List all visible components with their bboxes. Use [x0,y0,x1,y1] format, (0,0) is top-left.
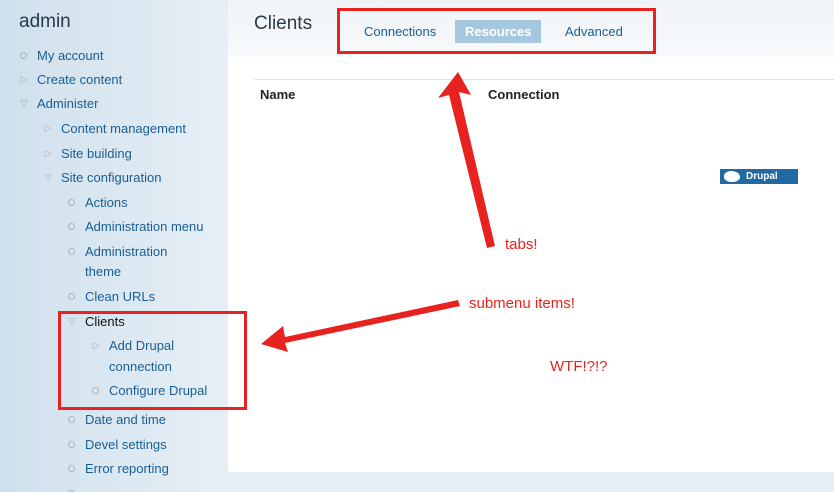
expanded-triangle-icon: ▽ [20,98,28,108]
menu-item-label: Site building [61,146,132,161]
leaf-bullet-icon [20,52,27,59]
column-header-connection[interactable]: Connection [488,87,560,102]
leaf-bullet-icon [68,199,75,206]
tabs-highlight-box [337,8,656,54]
menu-item-label-line2: theme [85,264,122,279]
submenu-highlight-box [58,311,247,410]
menu-item-label: Actions [85,195,128,210]
leaf-bullet-icon [68,248,75,255]
menu-item-label: Error reporting [85,461,169,476]
menu-item-label: Site configuration [61,170,162,185]
table-divider [254,79,834,80]
drupal-drop-icon [724,171,740,182]
menu-item-label: Administration [85,244,168,259]
collapsed-triangle-icon: ▷ [44,148,52,158]
annotation-submenu: submenu items! [469,295,575,312]
menu-item-label: Clean URLs [85,289,156,304]
column-header-name[interactable]: Name [260,87,295,102]
menu-item-label: Content management [61,121,187,136]
leaf-bullet-icon [68,293,75,300]
sidebar-title: admin [19,11,71,32]
menu-item-label: Administer [37,96,99,111]
leaf-bullet-icon [68,223,75,230]
badge-label: Drupal [746,171,778,182]
collapsed-triangle-icon: ▷ [44,123,52,133]
leaf-bullet-icon [68,465,75,472]
page-title: Clients [254,13,313,34]
sidebar: admin My account ▷ Create content ▽ Admi… [0,0,228,492]
menu-item-label: Create content [37,72,123,87]
annotation-wtf: WTF!?!? [550,358,608,375]
expanded-triangle-icon: ▽ [44,172,52,182]
collapsed-triangle-icon: ▷ [20,74,28,84]
drupal-powered-badge[interactable]: Drupal [720,169,798,184]
menu-item-label: Date and time [85,412,166,427]
annotation-tabs: tabs! [505,236,538,253]
menu-item-label: Administration menu [85,219,204,234]
menu-item-label: Devel settings [85,437,167,452]
leaf-bullet-icon [68,416,75,423]
leaf-bullet-icon [68,441,75,448]
menu-item-label: My account [37,48,104,63]
footer-band [228,472,834,492]
